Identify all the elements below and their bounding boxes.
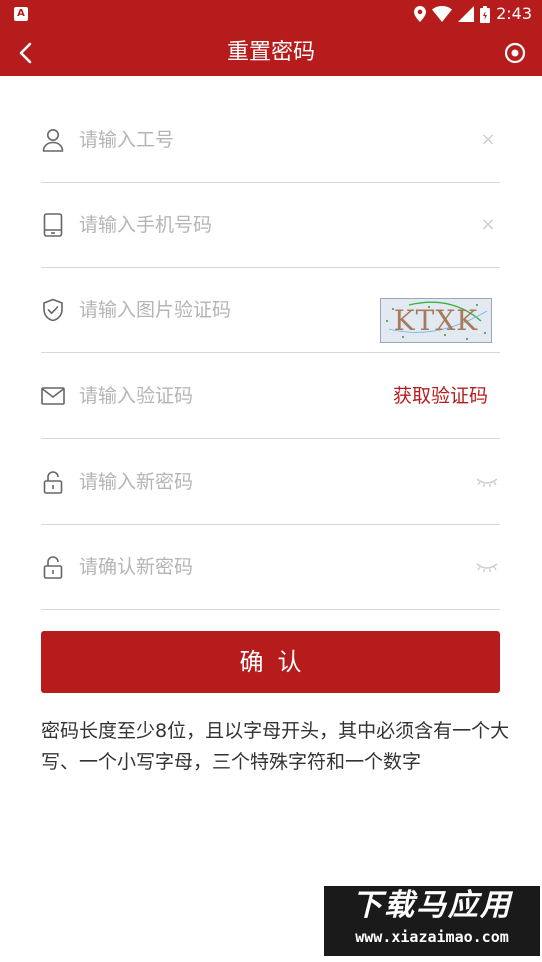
image-captcha-input[interactable]	[79, 267, 379, 352]
captcha-text: KTXK	[393, 304, 479, 337]
eye-closed-icon	[476, 477, 498, 487]
lock-icon	[41, 439, 65, 524]
status-bar: A 2:43	[0, 0, 542, 29]
lock-icon	[41, 524, 65, 609]
clear-employee-id-button[interactable]: ×	[476, 97, 500, 182]
eye-closed-icon	[476, 562, 498, 572]
watermark-logo-text: 下载马应用	[352, 888, 512, 923]
employee-id-field: ×	[41, 97, 500, 183]
app-bar: 重置密码	[0, 29, 542, 76]
chevron-left-icon	[19, 42, 32, 64]
clear-phone-button[interactable]: ×	[476, 182, 500, 267]
target-icon	[504, 42, 526, 64]
location-icon	[414, 6, 427, 22]
watermark-url: www.xiazaimao.com	[355, 928, 509, 946]
battery-icon	[480, 5, 491, 23]
shield-check-icon	[41, 267, 65, 352]
phone-icon	[41, 182, 65, 267]
sms-code-field: 获取验证码	[41, 353, 500, 439]
app-notification-icon: A	[14, 7, 28, 21]
image-captcha-field: KTXK	[41, 267, 500, 353]
signal-icon	[458, 6, 475, 22]
new-password-field	[41, 439, 500, 525]
phone-input[interactable]	[79, 182, 379, 267]
wifi-icon	[432, 6, 453, 22]
page-title: 重置密码	[226, 40, 315, 65]
confirm-password-field	[41, 524, 500, 610]
mail-icon	[41, 353, 65, 438]
confirm-password-input[interactable]	[79, 524, 379, 609]
toggle-confirm-password-button[interactable]	[474, 524, 500, 609]
new-password-input[interactable]	[79, 439, 379, 524]
employee-id-input[interactable]	[79, 97, 379, 182]
target-button[interactable]	[502, 40, 528, 66]
back-button[interactable]	[10, 38, 40, 68]
phone-field: ×	[41, 182, 500, 268]
clock: 2:43	[496, 4, 532, 23]
confirm-button[interactable]: 确认	[41, 631, 500, 693]
captcha-image[interactable]: KTXK	[380, 298, 492, 343]
watermark: 下载马应用 www.xiazaimao.com	[324, 886, 540, 956]
user-icon	[41, 97, 65, 182]
password-rule-text: 密码长度至少8位，且以字母开头，其中必须含有一个大写、一个小写字母，三个特殊字符…	[41, 720, 510, 773]
get-code-button[interactable]: 获取验证码	[393, 353, 488, 438]
status-icons: 2:43	[414, 4, 532, 24]
sms-code-input[interactable]	[79, 353, 379, 438]
toggle-new-password-button[interactable]	[474, 439, 500, 524]
